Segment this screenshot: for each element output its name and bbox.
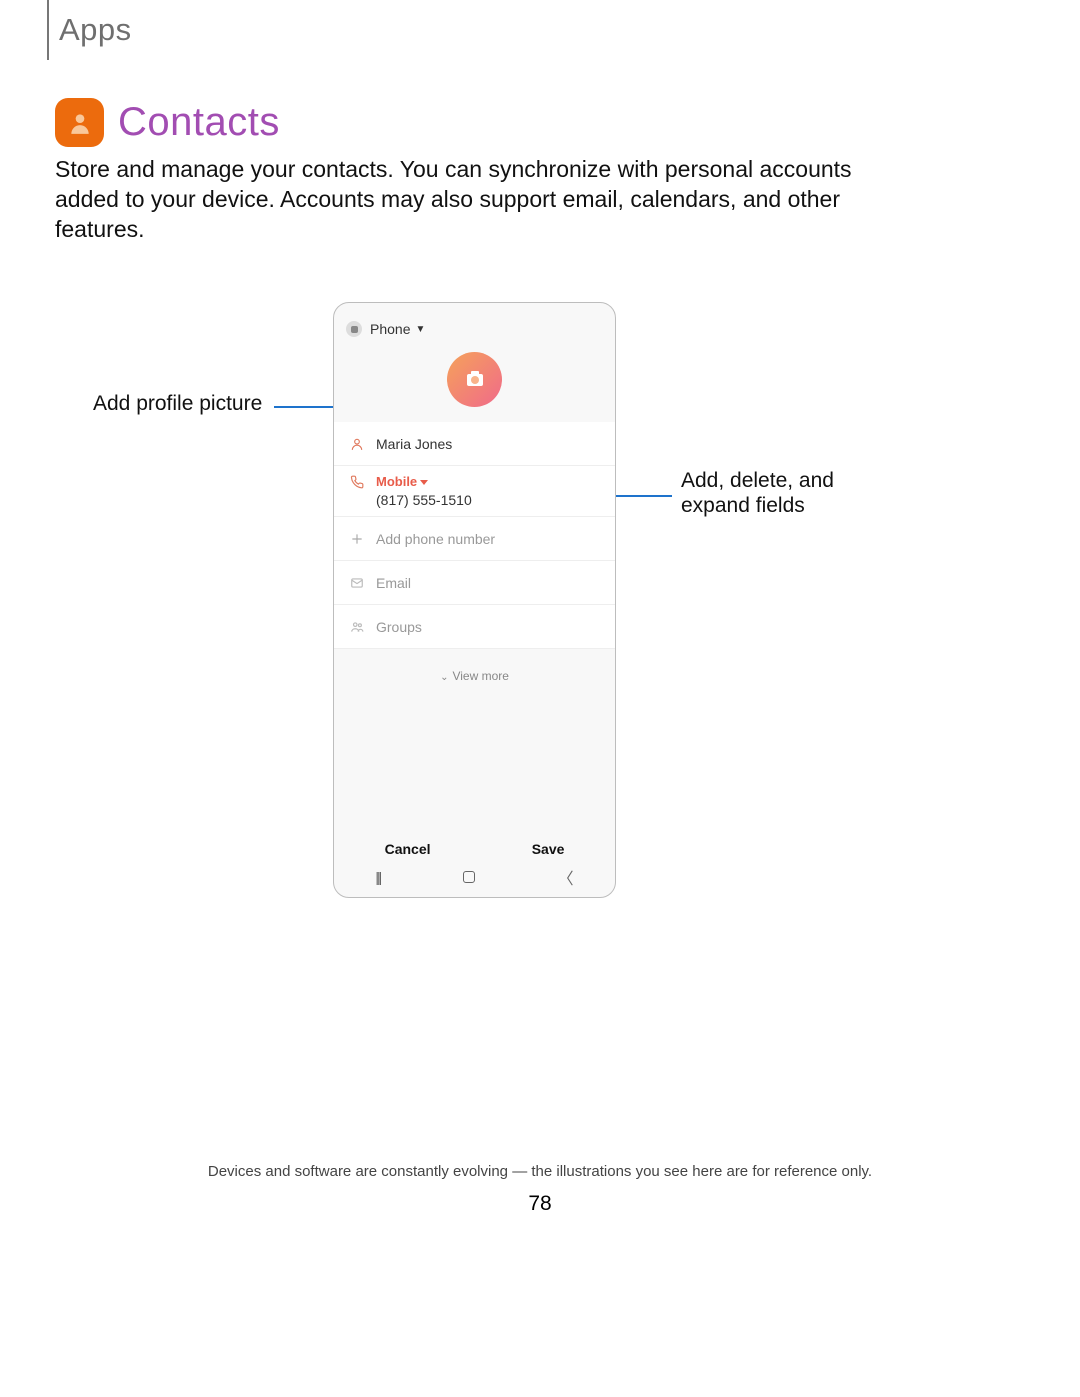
page-title: Contacts bbox=[118, 100, 280, 145]
chevron-down-icon: ▼ bbox=[415, 324, 425, 335]
mail-icon bbox=[348, 576, 366, 590]
section-tab-label: Apps bbox=[59, 12, 132, 48]
view-more-button[interactable]: ⌄View more bbox=[334, 669, 615, 683]
callout-expand-fields: Add, delete, and expand fields bbox=[681, 468, 881, 518]
page-description: Store and manage your contacts. You can … bbox=[55, 155, 885, 245]
callout-profile-picture: Add profile picture bbox=[93, 392, 262, 416]
breadcrumb: Apps bbox=[47, 0, 132, 60]
page-title-row: Contacts bbox=[55, 98, 280, 147]
camera-icon bbox=[467, 374, 483, 386]
phone-mockup: Phone ▼ Maria Jones Mobile bbox=[333, 302, 616, 898]
add-phone-label: Add phone number bbox=[376, 531, 495, 547]
phone-icon bbox=[348, 475, 366, 489]
groups-label: Groups bbox=[376, 619, 422, 635]
groups-field[interactable]: Groups bbox=[334, 605, 615, 649]
page-number: 78 bbox=[0, 1192, 1080, 1216]
chevron-down-icon: ⌄ bbox=[440, 672, 448, 683]
phone-number: (817) 555-1510 bbox=[376, 492, 472, 508]
storage-selector[interactable]: Phone ▼ bbox=[334, 303, 615, 337]
android-navbar: ||| 〈 bbox=[334, 865, 615, 889]
save-button[interactable]: Save bbox=[532, 841, 565, 857]
storage-icon bbox=[346, 321, 362, 337]
callout-line bbox=[608, 495, 672, 497]
divider bbox=[47, 0, 49, 60]
name-field[interactable]: Maria Jones bbox=[334, 422, 615, 466]
contact-name: Maria Jones bbox=[376, 436, 452, 452]
add-profile-picture-button[interactable] bbox=[447, 352, 502, 407]
contacts-app-icon bbox=[55, 98, 104, 147]
cancel-button[interactable]: Cancel bbox=[385, 841, 431, 857]
phone-field[interactable]: Mobile (817) 555-1510 bbox=[334, 466, 615, 517]
email-field[interactable]: Email bbox=[334, 561, 615, 605]
home-button[interactable] bbox=[463, 871, 475, 883]
add-phone-row[interactable]: Add phone number bbox=[334, 517, 615, 561]
footer-disclaimer: Devices and software are constantly evol… bbox=[0, 1163, 1080, 1180]
groups-icon bbox=[348, 620, 366, 634]
plus-icon bbox=[348, 532, 366, 546]
back-button[interactable]: 〈 bbox=[558, 865, 574, 889]
storage-label: Phone bbox=[370, 321, 410, 337]
email-label: Email bbox=[376, 575, 411, 591]
phone-type-selector[interactable]: Mobile bbox=[376, 474, 428, 489]
person-icon bbox=[348, 437, 366, 451]
recent-apps-button[interactable]: ||| bbox=[375, 869, 380, 885]
